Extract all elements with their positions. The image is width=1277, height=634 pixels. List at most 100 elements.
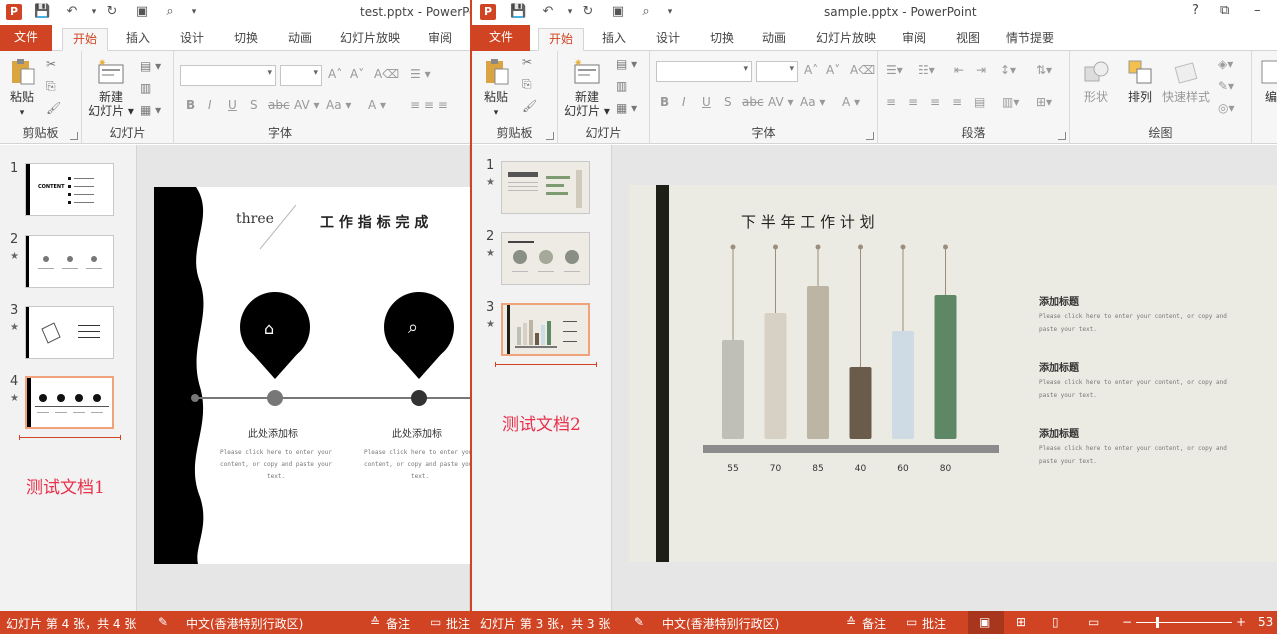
strikethrough-button[interactable]: abc xyxy=(742,95,764,109)
help-button[interactable]: ? xyxy=(1192,3,1199,18)
tab-animations[interactable]: 动画 xyxy=(752,28,796,51)
section-icon[interactable]: ▦ ▾ xyxy=(616,101,637,115)
reset-icon[interactable]: ▥ xyxy=(616,79,627,93)
redo-icon[interactable]: ↻ xyxy=(580,4,596,20)
copy-icon[interactable]: ⎘ xyxy=(46,79,56,93)
tab-home[interactable]: 开始 xyxy=(538,28,584,51)
tab-file[interactable]: 文件 xyxy=(0,25,52,51)
tab-transitions[interactable]: 切换 xyxy=(700,28,744,51)
paste-button[interactable]: 粘贴 ▾ xyxy=(478,57,514,120)
shape-fill-icon[interactable]: ◈▾ xyxy=(1218,57,1233,71)
clipboard-launcher-icon[interactable] xyxy=(546,132,554,140)
grow-font-icon[interactable]: A˄ xyxy=(804,63,818,77)
present-icon[interactable]: ▣ xyxy=(134,4,150,20)
cut-icon[interactable]: ✂ xyxy=(46,57,56,71)
language[interactable]: 中文(香港特别行政区) xyxy=(186,615,303,632)
clipboard-launcher-icon[interactable] xyxy=(70,132,78,140)
font-color-button[interactable]: A ▾ xyxy=(368,98,386,112)
justify-icon[interactable]: ≡ xyxy=(952,95,962,109)
font-size-combo[interactable] xyxy=(756,61,798,82)
zoom-out-icon[interactable]: − xyxy=(1122,615,1132,629)
increase-indent-icon[interactable]: ⇥ xyxy=(976,63,986,77)
print-preview-icon[interactable]: ⌕ xyxy=(638,4,654,20)
save-icon[interactable]: 💾 xyxy=(510,4,526,20)
tab-transitions[interactable]: 切换 xyxy=(224,28,268,51)
text-direction-icon[interactable]: ⇅▾ xyxy=(1036,63,1052,77)
slide-canvas[interactable]: 下 半 年 工 作 计 划 55 70 85 40 60 80 添加标题 Please c… xyxy=(629,185,1277,562)
bullets-icon[interactable]: ☰ ▾ xyxy=(410,67,431,81)
change-case-button[interactable]: Aa ▾ xyxy=(326,98,351,112)
slide-canvas[interactable]: ⌂ ⌕ three 工 作 指 标 完 成 此处添加标 此处添加标 Please… xyxy=(154,187,470,564)
slide-thumbnail-4[interactable] xyxy=(25,376,114,429)
font-launcher-icon[interactable] xyxy=(866,132,874,140)
notes-button[interactable]: 备注 xyxy=(862,615,886,632)
zoom-level[interactable]: 53 xyxy=(1258,615,1273,629)
grow-font-icon[interactable]: A˄ xyxy=(328,67,342,81)
undo-icon[interactable]: ↶ xyxy=(540,4,556,20)
ribbon-display-button[interactable]: ⧉ xyxy=(1220,3,1229,18)
char-spacing-button[interactable]: AV ▾ xyxy=(294,98,320,112)
language[interactable]: 中文(香港特别行政区) xyxy=(662,615,779,632)
tab-slideshow[interactable]: 幻灯片放映 xyxy=(332,28,408,51)
comments-button[interactable]: 批注 xyxy=(446,615,470,632)
tab-insert[interactable]: 插入 xyxy=(592,28,636,51)
slide-thumbnail-1[interactable] xyxy=(501,161,590,214)
minimize-button[interactable]: – xyxy=(1254,3,1261,18)
shrink-font-icon[interactable]: A˅ xyxy=(350,67,364,81)
comments-button[interactable]: 批注 xyxy=(922,615,946,632)
tab-review[interactable]: 审阅 xyxy=(892,28,936,51)
layout-icon[interactable]: ▤ ▾ xyxy=(140,59,161,73)
shadow-button[interactable]: S xyxy=(724,95,732,109)
align-center-icon[interactable]: ≡ xyxy=(908,95,918,109)
proofing-icon[interactable]: ✎ xyxy=(634,615,644,629)
align-left-icon[interactable]: ≡ ≡ ≡ xyxy=(410,98,448,112)
section-icon[interactable]: ▦ ▾ xyxy=(140,103,161,117)
notes-button[interactable]: 备注 xyxy=(386,615,410,632)
italic-button[interactable]: I xyxy=(208,98,212,112)
align-left-icon[interactable]: ≡ xyxy=(886,95,896,109)
shape-effects-icon[interactable]: ◎▾ xyxy=(1218,101,1235,115)
undo-icon[interactable]: ↶ xyxy=(64,4,80,20)
char-spacing-button[interactable]: AV ▾ xyxy=(768,95,794,109)
strikethrough-button[interactable]: abc xyxy=(268,98,290,112)
slide-thumbnail-2[interactable] xyxy=(25,235,114,288)
undo-dropdown-icon[interactable]: ▾ xyxy=(86,4,102,20)
slide-sorter-icon[interactable]: ⊞ xyxy=(1016,615,1026,629)
reading-view-icon[interactable]: ▯ xyxy=(1052,615,1059,629)
change-case-button[interactable]: Aa ▾ xyxy=(800,95,825,109)
customize-qat-icon[interactable]: ▾ xyxy=(186,4,202,20)
font-size-combo[interactable] xyxy=(280,65,322,86)
tab-storyboard[interactable]: 情节提要 xyxy=(1000,28,1060,51)
save-icon[interactable]: 💾 xyxy=(34,4,50,20)
bullets-icon[interactable]: ☰▾ xyxy=(886,63,903,77)
clear-format-icon[interactable]: A⌫ xyxy=(850,63,875,77)
tab-home[interactable]: 开始 xyxy=(62,28,108,51)
slide-thumbnail-2[interactable] xyxy=(501,232,590,285)
slide-thumbnail-3[interactable] xyxy=(25,306,114,359)
zoom-thumb[interactable] xyxy=(1156,617,1159,628)
underline-button[interactable]: U xyxy=(702,95,711,109)
font-color-button[interactable]: A ▾ xyxy=(842,95,860,109)
copy-icon[interactable]: ⎘ xyxy=(522,77,532,91)
slide-thumbnail-1[interactable]: CONTENT xyxy=(25,163,114,216)
bold-button[interactable]: B xyxy=(660,95,669,109)
numbering-icon[interactable]: ☷▾ xyxy=(918,63,935,77)
font-name-combo[interactable] xyxy=(656,61,752,82)
format-painter-icon[interactable]: 🖌 xyxy=(522,99,537,113)
tab-slideshow[interactable]: 幻灯片放映 xyxy=(808,28,884,51)
tab-insert[interactable]: 插入 xyxy=(116,28,160,51)
tab-design[interactable]: 设计 xyxy=(170,28,214,51)
distributed-icon[interactable]: ▤ xyxy=(974,95,985,109)
font-name-combo[interactable] xyxy=(180,65,276,86)
shadow-button[interactable]: S xyxy=(250,98,258,112)
tab-animations[interactable]: 动画 xyxy=(278,28,322,51)
tab-design[interactable]: 设计 xyxy=(646,28,690,51)
redo-icon[interactable]: ↻ xyxy=(104,4,120,20)
new-slide-button[interactable]: ✷ 新建 幻灯片 ▾ xyxy=(564,57,610,118)
slideshow-icon[interactable]: ▭ xyxy=(1088,615,1099,629)
undo-dropdown-icon[interactable]: ▾ xyxy=(562,4,578,20)
align-right-icon[interactable]: ≡ xyxy=(930,95,940,109)
layout-icon[interactable]: ▤ ▾ xyxy=(616,57,637,71)
italic-button[interactable]: I xyxy=(682,95,686,109)
arrange-button[interactable]: 排列 xyxy=(1120,57,1160,104)
